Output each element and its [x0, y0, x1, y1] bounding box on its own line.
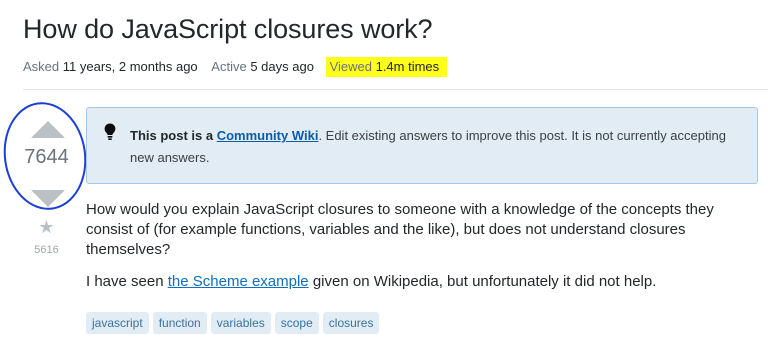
- question-meta: Asked 11 years, 2 months ago Active 5 da…: [23, 57, 448, 77]
- viewed-value: 1.4m times: [375, 59, 440, 74]
- asked-label: Asked: [23, 59, 60, 74]
- favorite-count: 5616: [34, 244, 59, 256]
- viewed-label: Viewed: [329, 59, 372, 74]
- viewed-info-highlight: Viewed 1.4m times: [325, 57, 448, 77]
- tag-function[interactable]: function: [152, 312, 207, 334]
- notice-lead: This post is a: [130, 128, 214, 143]
- header-divider: [23, 89, 768, 90]
- vote-score: 7644: [24, 146, 69, 168]
- notice-text: This post is a Community Wiki. Edit exis…: [130, 125, 740, 169]
- active-label: Active: [211, 59, 247, 74]
- asked-info: Asked 11 years, 2 months ago: [23, 59, 201, 74]
- community-wiki-notice: This post is a Community Wiki. Edit exis…: [86, 107, 758, 184]
- tag-closures[interactable]: closures: [322, 312, 380, 334]
- scheme-example-link[interactable]: the Scheme example: [168, 273, 309, 290]
- question-title[interactable]: How do JavaScript closures work?: [23, 14, 433, 45]
- p2-text-before: I have seen: [86, 273, 168, 290]
- lightbulb-icon: [103, 122, 117, 147]
- active-value[interactable]: 5 days ago: [250, 59, 314, 74]
- upvote-arrow-icon[interactable]: [31, 121, 65, 138]
- downvote-arrow-icon[interactable]: [31, 190, 65, 207]
- favorite-star-icon[interactable]: ★: [0, 217, 93, 238]
- body-paragraph-1: How would you explain JavaScript closure…: [86, 201, 714, 258]
- active-info: Active 5 days ago: [211, 59, 317, 74]
- tag-scope[interactable]: scope: [274, 312, 319, 334]
- asked-value[interactable]: 11 years, 2 months ago: [63, 59, 198, 74]
- tag-javascript[interactable]: javascript: [86, 312, 149, 334]
- community-wiki-link[interactable]: Community Wiki: [217, 128, 319, 143]
- tag-variables[interactable]: variables: [210, 312, 271, 334]
- tag-list: javascript function variables scope closures: [86, 312, 383, 334]
- p2-text-after: given on Wikipedia, but unfortunately it…: [308, 273, 657, 290]
- body-paragraph-2: I have seen the Scheme example given on …: [86, 272, 746, 292]
- question-body: How would you explain JavaScript closure…: [86, 200, 746, 292]
- vote-cell: 7644 ★ 5616: [0, 96, 94, 270]
